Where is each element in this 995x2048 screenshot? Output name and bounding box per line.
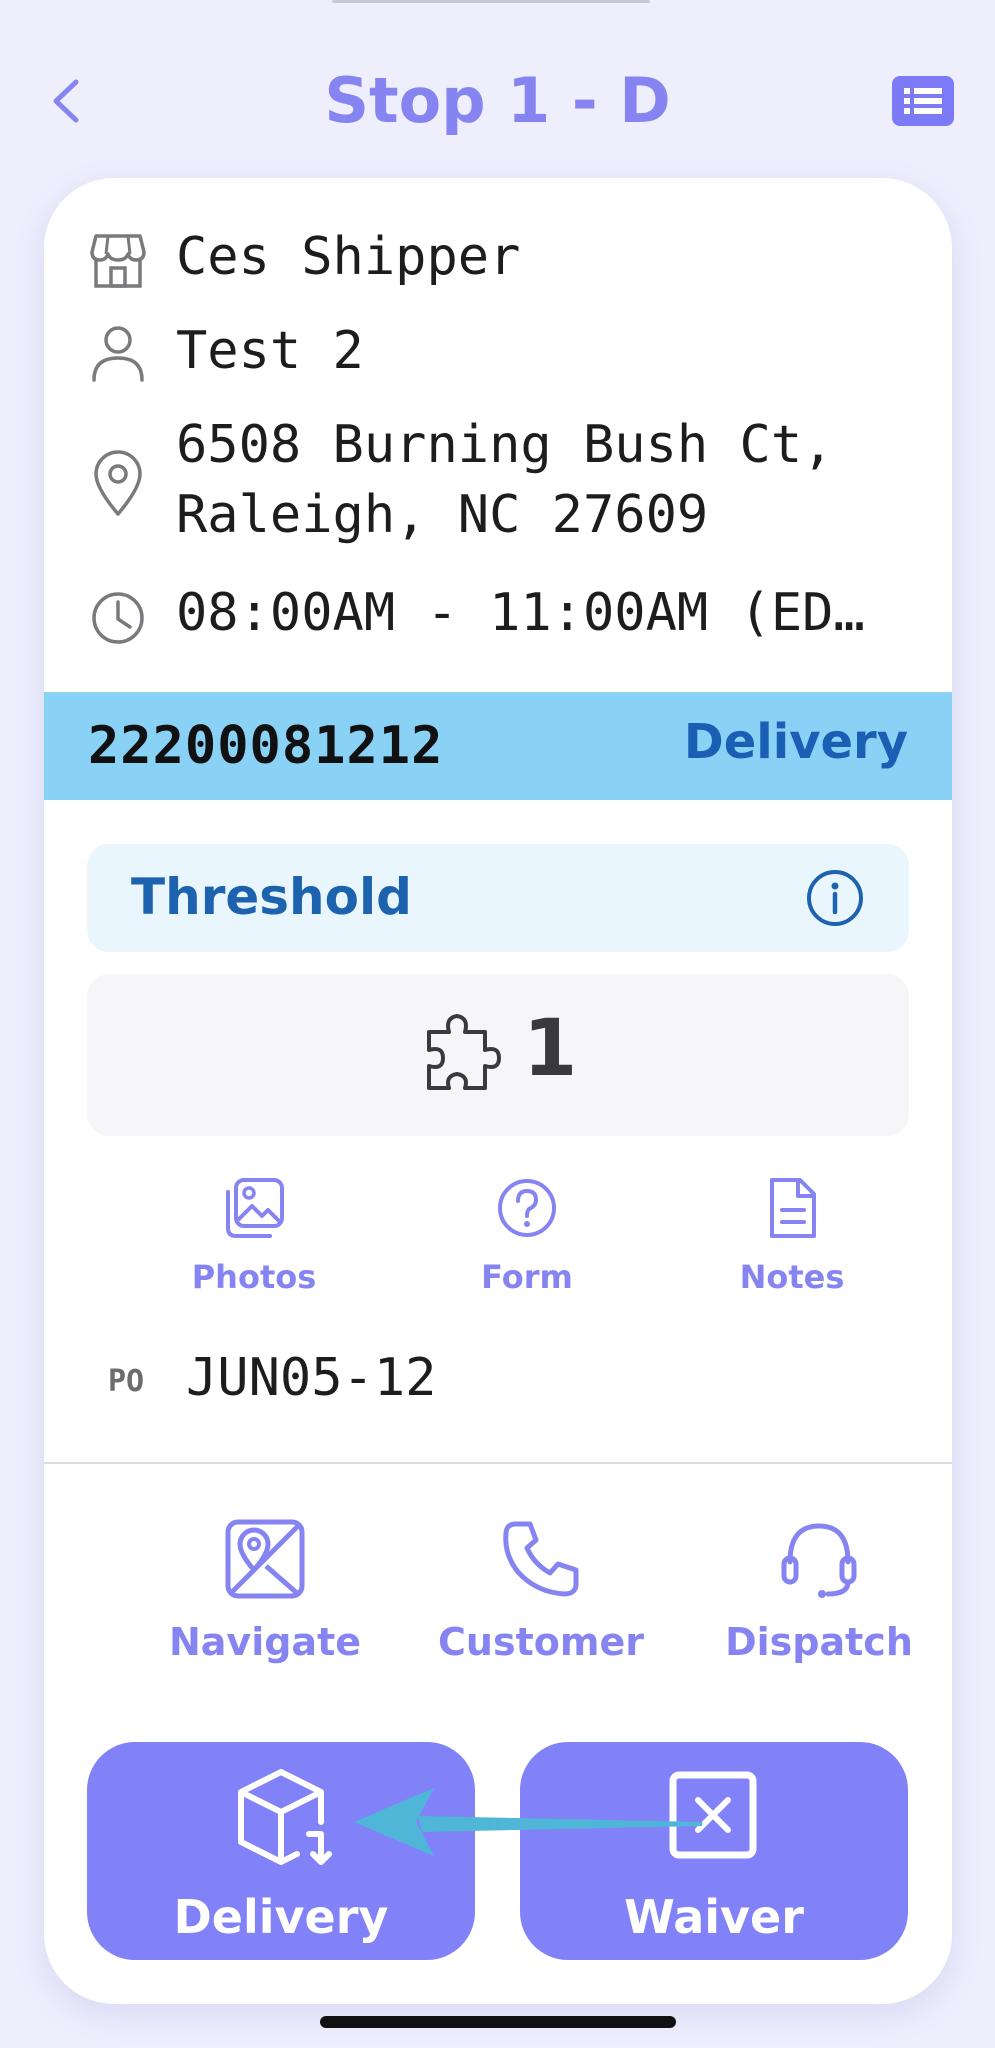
list-icon (904, 88, 942, 114)
service-level-label: Threshold (131, 868, 412, 926)
header: Stop 1 - D (0, 50, 995, 150)
divider (44, 1462, 952, 1464)
waiver-label: Waiver (624, 1890, 804, 1944)
address[interactable]: 6508 Burning Bush Ct, Raleigh, NC 27609 (176, 410, 916, 550)
navigate-label: Navigate (168, 1620, 362, 1664)
person-icon (92, 326, 144, 382)
document-icon (770, 1178, 816, 1238)
package-delivery-icon (238, 1769, 332, 1865)
phone-icon (503, 1521, 579, 1597)
form-button[interactable]: Form (427, 1176, 627, 1296)
notes-button[interactable]: Notes (692, 1176, 892, 1296)
pieces-count: 1 (523, 1004, 578, 1094)
puzzle-piece-icon (427, 1014, 501, 1090)
map-pin-icon (225, 1519, 305, 1599)
photos-icon (226, 1178, 284, 1238)
headset-icon (781, 1523, 857, 1598)
form-label: Form (481, 1258, 573, 1296)
contact-name: Test 2 (176, 321, 364, 381)
question-circle-icon (498, 1179, 556, 1237)
address-line-2: Raleigh, NC 27609 (176, 485, 709, 545)
order-type: Delivery (683, 714, 908, 770)
dispatch-button[interactable]: Dispatch (674, 1518, 952, 1664)
photos-label: Photos (191, 1258, 317, 1296)
order-number: 22200081212 (88, 716, 444, 776)
stop-card: Ces Shipper Test 2 6508 Burning Bush Ct,… (44, 178, 952, 2004)
store-icon (90, 234, 146, 288)
address-line-1: 6508 Burning Bush Ct, (176, 415, 834, 475)
stop-list-button[interactable] (892, 76, 954, 126)
home-indicator[interactable] (320, 2016, 676, 2028)
annotation-arrow-icon (354, 1788, 702, 1856)
clock-icon (92, 592, 144, 644)
po-value: JUN05-12 (186, 1348, 437, 1408)
top-notch-bar (332, 0, 650, 3)
location-pin-icon (94, 450, 142, 516)
service-level-banner: Threshold (87, 844, 909, 952)
photos-button[interactable]: Photos (154, 1176, 354, 1296)
time-window: 08:00AM - 11:00AM (ED… (176, 583, 865, 643)
order-bar[interactable]: 22200081212 Delivery (44, 692, 952, 800)
notes-label: Notes (739, 1258, 845, 1296)
shipper-name: Ces Shipper (176, 227, 521, 287)
po-label: PO (108, 1364, 145, 1399)
delivery-label: Delivery (173, 1890, 389, 1944)
pieces-panel: 1 (87, 974, 909, 1136)
info-icon[interactable] (805, 868, 865, 928)
customer-label: Customer (438, 1620, 644, 1664)
page-title: Stop 1 - D (324, 64, 671, 137)
customer-button[interactable]: Customer (396, 1518, 686, 1664)
dispatch-label: Dispatch (725, 1620, 913, 1664)
navigate-button[interactable]: Navigate (120, 1518, 410, 1664)
